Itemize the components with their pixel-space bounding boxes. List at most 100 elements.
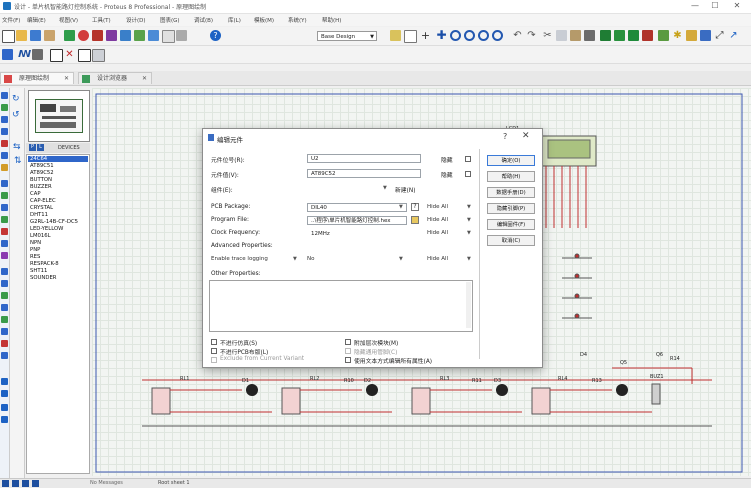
zoom-area-icon[interactable] (492, 30, 503, 41)
pcb-visibility[interactable]: Hide All (427, 203, 448, 212)
line-mode-icon[interactable] (1, 268, 8, 275)
grid-icon[interactable] (404, 30, 417, 43)
import-icon[interactable] (44, 30, 55, 41)
design-variant-select[interactable]: Base Design ▼ (317, 31, 377, 41)
step-icon[interactable] (12, 480, 19, 487)
cut-icon[interactable]: ✂ (542, 30, 553, 41)
trace-logging-arrow[interactable]: ▼ (399, 256, 403, 262)
component-mode-icon[interactable] (1, 104, 8, 111)
other-properties-textarea[interactable] (209, 280, 473, 332)
electrical-rule-check-icon[interactable] (92, 49, 105, 62)
exclude-pcb-checkbox[interactable] (211, 348, 217, 354)
path-mode-icon[interactable] (1, 316, 8, 323)
delete-icon[interactable] (584, 30, 595, 41)
list-item[interactable]: PNP (30, 247, 40, 253)
menu-library[interactable]: 库(L) (228, 16, 241, 24)
tab-schematic-capture[interactable]: 原理图绘制 ✕ (0, 72, 74, 84)
gerber-icon[interactable] (120, 30, 131, 41)
undo-icon[interactable]: ↶ (512, 30, 523, 41)
ok-button[interactable]: 确定(O) (487, 155, 535, 166)
pick-devices-button[interactable]: P (29, 144, 36, 151)
list-item[interactable]: BUTTON (30, 177, 52, 183)
search-icon[interactable]: ꟿ (18, 49, 31, 60)
pcb-package-select[interactable]: DIL40 (307, 203, 407, 212)
mirror-horizontal-icon[interactable]: ⇆ (13, 142, 21, 152)
new-sheet-icon[interactable] (50, 49, 63, 62)
terminals-mode-icon[interactable] (1, 180, 8, 187)
rotate-anticlockwise-icon[interactable]: ↺ (12, 110, 20, 120)
menu-tools[interactable]: 工具(T) (92, 16, 111, 24)
packaging-icon[interactable] (686, 30, 697, 41)
remove-sheet-icon[interactable]: ✕ (64, 49, 75, 60)
cancel-button[interactable]: 取消(C) (487, 235, 535, 246)
tab-design-explorer[interactable]: 设计浏览器 ✕ (78, 72, 152, 84)
overview-window[interactable] (28, 90, 90, 142)
list-item[interactable]: 24C64 (28, 156, 88, 162)
device-list[interactable]: 24C64 AT89C51 AT89C52 BUTTON BUZZER CAP … (26, 154, 90, 474)
stop-icon[interactable] (32, 480, 39, 487)
list-item[interactable]: CRYSTAL (30, 205, 53, 211)
pin-mode-icon[interactable] (1, 192, 8, 199)
bom-icon[interactable] (134, 30, 145, 41)
origin-icon[interactable]: + (420, 30, 431, 41)
advanced-property-arrow[interactable]: ▼ (293, 256, 297, 262)
copy-icon[interactable] (556, 30, 567, 41)
reference-hidden-checkbox[interactable] (465, 156, 471, 162)
reference-input[interactable]: U2 (307, 154, 421, 163)
list-item[interactable]: CAP-ELEC (30, 198, 56, 204)
arc-mode-icon[interactable] (1, 304, 8, 311)
text-script-mode-icon[interactable] (1, 140, 8, 147)
value-input[interactable]: AT89C52 (307, 169, 421, 178)
library-icon[interactable] (176, 30, 187, 41)
program-visibility[interactable]: Hide All (427, 216, 448, 225)
menu-system[interactable]: 系统(Y) (288, 16, 307, 24)
trace-visibility[interactable]: Hide All (427, 255, 448, 264)
list-item[interactable]: NPN (30, 240, 41, 246)
list-item[interactable]: CAP (30, 191, 41, 197)
trace-logging-select[interactable]: No (307, 255, 314, 264)
datasheet-button[interactable]: 数据手册(D) (487, 187, 535, 198)
3d-icon[interactable] (106, 30, 117, 41)
edit-firmware-button[interactable]: 编辑固件(F) (487, 219, 535, 230)
hidden-pins-button[interactable]: 隐藏引脚(P) (487, 203, 535, 214)
new-group-button[interactable]: 新建(N) (395, 185, 415, 194)
menu-file[interactable]: 文件(F) (2, 16, 20, 24)
wire-label-mode-icon[interactable] (1, 128, 8, 135)
virtual-instrument-icon[interactable] (1, 252, 8, 259)
redo-icon[interactable]: ↷ (526, 30, 537, 41)
junction-mode-icon[interactable] (1, 116, 8, 123)
pcb-dropdown-arrow[interactable]: ▼ (399, 204, 403, 210)
clock-frequency-input[interactable]: 12MHz (307, 229, 407, 238)
menu-edit[interactable]: 编辑(E) (27, 16, 46, 24)
symbol-mode-icon[interactable] (1, 340, 8, 347)
make-device-icon[interactable]: ✱ (672, 30, 683, 41)
mirror-x-icon[interactable] (1, 404, 8, 411)
program-file-input[interactable]: ..\程序\单片机智能路灯控制.hex (307, 216, 407, 225)
block-rotate-icon[interactable] (628, 30, 639, 41)
menu-graph[interactable]: 图表(G) (160, 16, 180, 24)
list-item[interactable]: AT89C52 (30, 170, 54, 176)
new-file-icon[interactable] (2, 30, 15, 43)
list-item[interactable]: RES (30, 254, 40, 260)
menu-help[interactable]: 帮助(H) (322, 16, 341, 24)
property-assign-icon[interactable] (2, 49, 13, 60)
probe-mode-icon[interactable] (1, 240, 8, 247)
source-code-icon[interactable] (148, 30, 159, 41)
help-button[interactable]: ? (503, 132, 507, 141)
advanced-property-select[interactable]: Enable trace logging (211, 255, 268, 264)
block-move-icon[interactable] (614, 30, 625, 41)
list-item[interactable]: SHT11 (30, 268, 47, 274)
edit-as-text-checkbox[interactable] (345, 357, 351, 363)
rotate-ccw-icon[interactable] (1, 390, 8, 397)
save-icon[interactable] (30, 30, 41, 41)
list-item[interactable]: AT89C51 (30, 163, 54, 169)
menu-template[interactable]: 模板(M) (254, 16, 274, 24)
other-properties-scrollbar[interactable] (466, 282, 471, 328)
zoom-all-icon[interactable] (478, 30, 489, 41)
exit-to-parent-icon[interactable] (78, 49, 91, 62)
open-folder-icon[interactable] (16, 30, 27, 41)
list-item[interactable]: BUZZER (30, 184, 52, 190)
menu-design[interactable]: 设计(D) (126, 16, 146, 24)
rotate-clockwise-icon[interactable]: ↻ (12, 94, 20, 104)
pan-icon[interactable]: ✚ (436, 29, 447, 41)
